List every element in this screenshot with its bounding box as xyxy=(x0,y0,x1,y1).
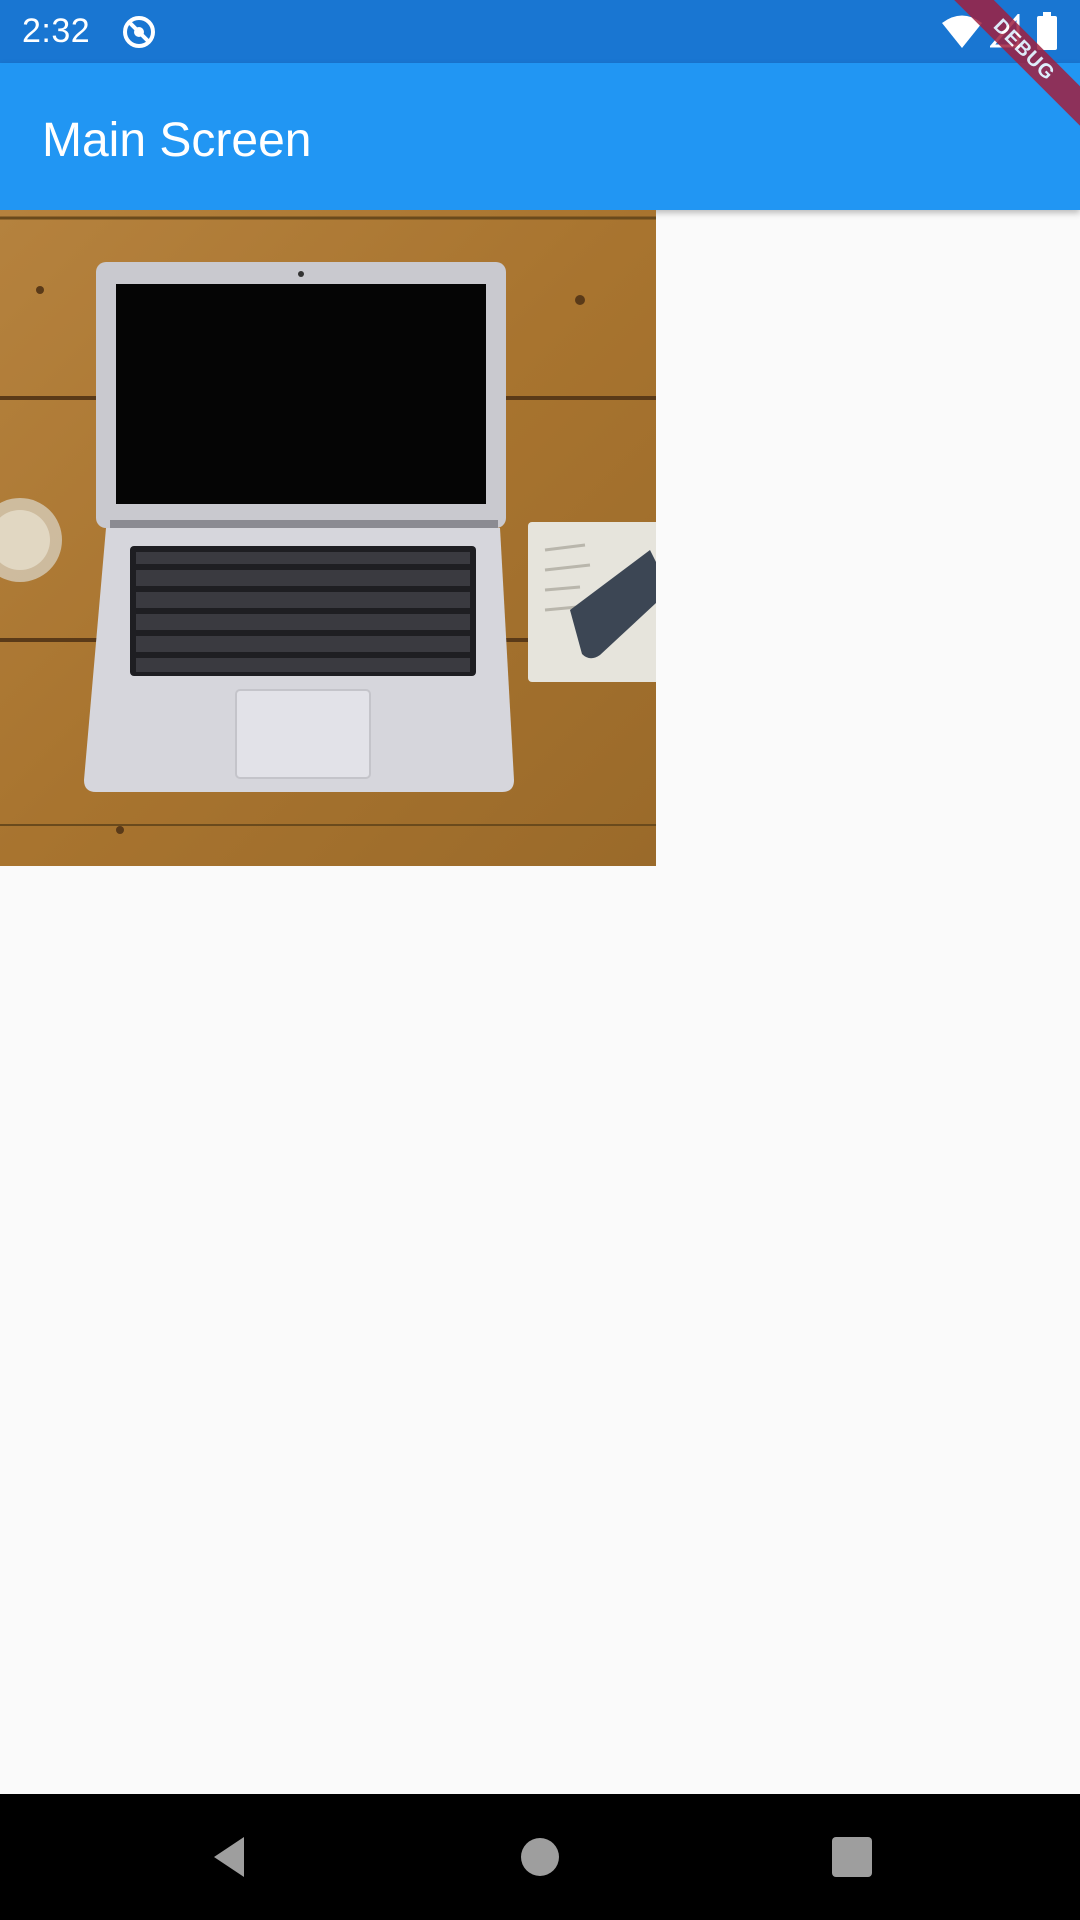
home-icon[interactable] xyxy=(510,1827,570,1887)
battery-icon xyxy=(1037,12,1057,50)
status-bar: 2:32 xyxy=(0,0,1080,63)
sync-disabled-icon xyxy=(123,16,155,48)
status-time: 2:32 xyxy=(22,12,91,50)
laptop-photo xyxy=(0,210,656,866)
app-bar: Main Screen xyxy=(0,63,1080,210)
navigation-bar xyxy=(0,1794,1080,1920)
recents-icon[interactable] xyxy=(822,1827,882,1887)
back-icon[interactable] xyxy=(200,1827,260,1887)
signal-icon xyxy=(990,14,1020,48)
page-title: Main Screen xyxy=(42,114,312,167)
wifi-icon xyxy=(942,15,982,48)
